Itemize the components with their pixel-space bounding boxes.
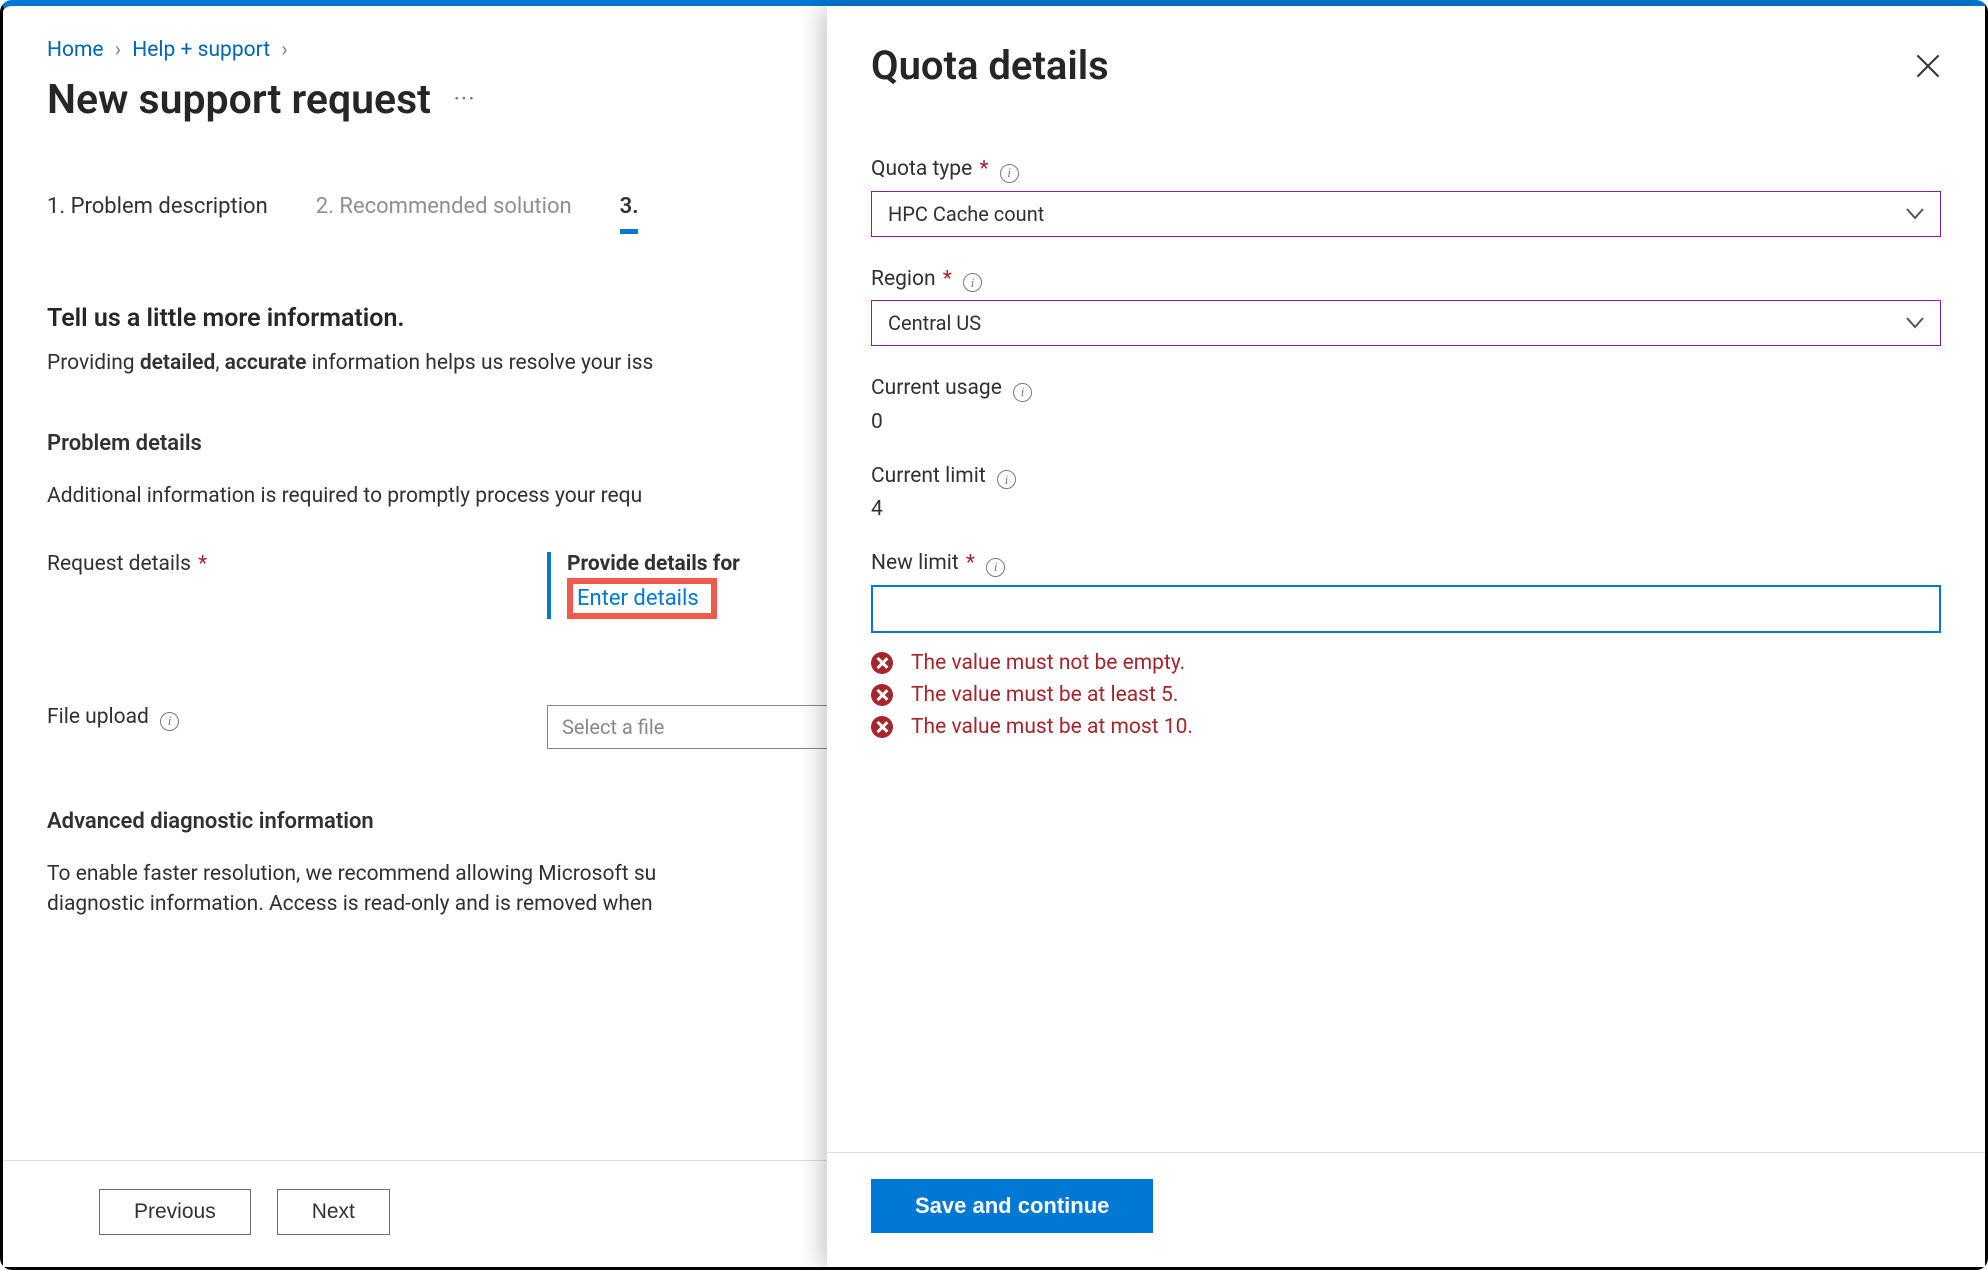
error-row: The value must not be empty. bbox=[871, 651, 1941, 675]
previous-button[interactable]: Previous bbox=[99, 1189, 251, 1235]
info-icon[interactable]: i bbox=[1013, 383, 1032, 402]
file-upload-label: File upload i bbox=[47, 705, 547, 731]
region-select[interactable]: Central US bbox=[871, 300, 1941, 346]
more-actions-icon[interactable]: ··· bbox=[454, 85, 476, 113]
info-icon[interactable]: i bbox=[1000, 164, 1019, 183]
flyout-title: Quota details bbox=[871, 42, 1109, 89]
next-button[interactable]: Next bbox=[277, 1189, 390, 1235]
tab-step-3[interactable]: 3. bbox=[620, 194, 639, 234]
current-limit-value: 4 bbox=[871, 497, 1941, 521]
tab-recommended-solution: 2. Recommended solution bbox=[316, 194, 572, 234]
info-icon[interactable]: i bbox=[963, 273, 982, 292]
quota-type-label: Quota type * i bbox=[871, 157, 1941, 183]
current-usage-value: 0 bbox=[871, 410, 1941, 434]
breadcrumb-home[interactable]: Home bbox=[47, 38, 104, 62]
error-icon bbox=[871, 716, 893, 738]
new-limit-label: New limit * i bbox=[871, 551, 1941, 577]
new-limit-input[interactable] bbox=[871, 585, 1941, 633]
error-row: The value must be at least 5. bbox=[871, 683, 1941, 707]
info-icon[interactable]: i bbox=[997, 470, 1016, 489]
info-icon[interactable]: i bbox=[160, 712, 179, 731]
page-title: New support request bbox=[47, 76, 431, 124]
save-and-continue-button[interactable]: Save and continue bbox=[871, 1179, 1153, 1233]
quota-type-select[interactable]: HPC Cache count bbox=[871, 191, 1941, 237]
enter-details-link[interactable]: Enter details bbox=[567, 578, 717, 619]
current-limit-label: Current limit i bbox=[871, 464, 1941, 490]
request-details-label: Request details * bbox=[47, 552, 547, 576]
chevron-down-icon bbox=[1906, 208, 1924, 220]
error-row: The value must be at most 10. bbox=[871, 715, 1941, 739]
breadcrumb-sep: › bbox=[281, 38, 287, 62]
close-icon[interactable] bbox=[1915, 53, 1941, 79]
chevron-down-icon bbox=[1906, 317, 1924, 329]
quota-details-panel: Quota details Quota type * i HPC Cache c… bbox=[827, 6, 1985, 1267]
error-list: The value must not be empty. The value m… bbox=[871, 651, 1941, 739]
error-icon bbox=[871, 684, 893, 706]
current-usage-label: Current usage i bbox=[871, 376, 1941, 402]
tab-problem-description[interactable]: 1. Problem description bbox=[47, 194, 268, 234]
breadcrumb-sep: › bbox=[115, 38, 121, 62]
region-label: Region * i bbox=[871, 267, 1941, 293]
breadcrumb-help-support[interactable]: Help + support bbox=[132, 38, 270, 62]
info-icon[interactable]: i bbox=[986, 558, 1005, 577]
error-icon bbox=[871, 652, 893, 674]
